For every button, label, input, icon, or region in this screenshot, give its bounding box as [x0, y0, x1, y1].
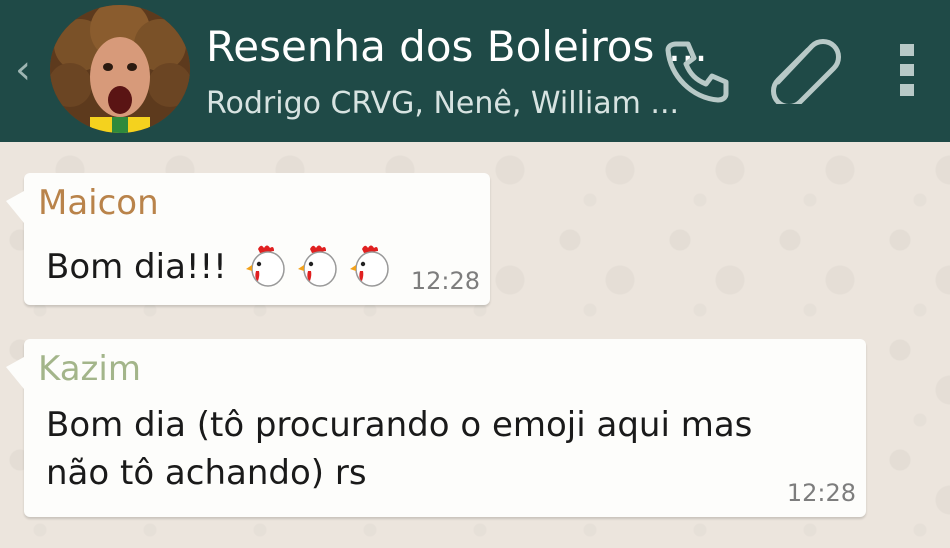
phone-icon[interactable] [662, 34, 732, 104]
message-bubble[interactable]: Kazim Bom dia (tô procurando o emoji aqu… [6, 339, 866, 517]
message-time: 12:28 [786, 479, 856, 507]
chicken-emoji-icon [246, 245, 285, 287]
message-time: 12:28 [410, 267, 480, 295]
avatar-image [50, 5, 190, 133]
back-chevron-icon[interactable]: ‹ [12, 48, 34, 92]
overflow-menu-icon[interactable] [892, 40, 922, 100]
sender-name: Maicon [38, 183, 159, 223]
message-text: Bom dia!!! [46, 247, 227, 287]
chicken-emoji-icon [350, 245, 389, 287]
chicken-emoji-icon [298, 245, 337, 287]
message-bubble[interactable]: Maicon Bom dia!!! 12:28 [6, 173, 490, 305]
group-title: Resenha dos Boleiros ... [206, 22, 708, 71]
paperclip-icon[interactable] [764, 34, 844, 109]
message-text: Bom dia (tô procurando o emoji aqui mas … [46, 405, 753, 493]
chat-header: ‹ Resenha dos Boleiros ... Rodrigo CRVG,… [0, 0, 950, 142]
sender-name: Kazim [38, 349, 141, 389]
avatar[interactable] [50, 5, 190, 133]
